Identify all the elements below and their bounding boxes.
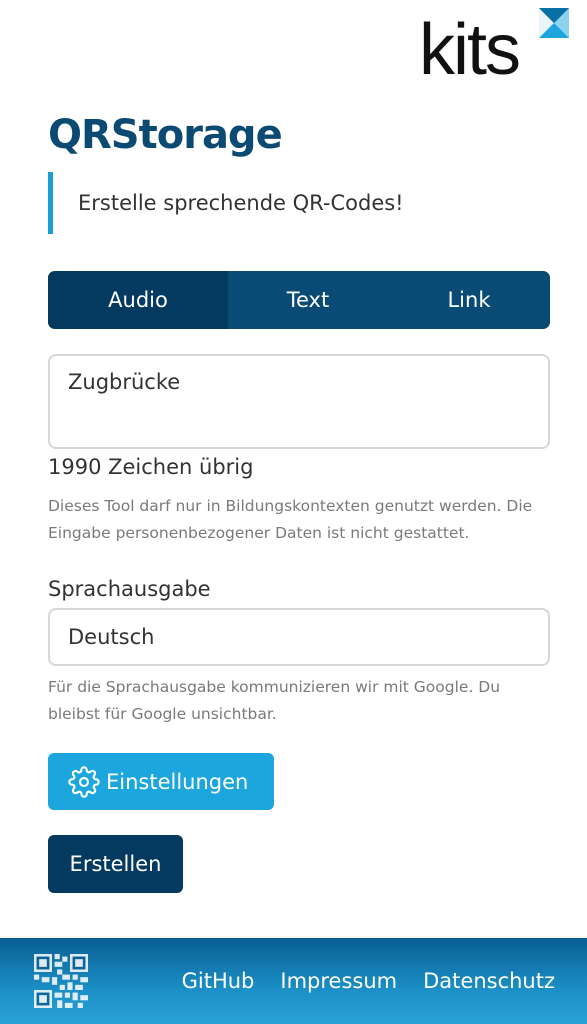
kits-logo-mark-icon — [539, 8, 569, 38]
voice-label: Sprachausgabe — [48, 577, 211, 601]
footer: GitHub Impressum Datenschutz — [0, 938, 587, 1024]
tagline: Erstelle sprechende QR-Codes! — [48, 172, 404, 234]
footer-links: GitHub Impressum Datenschutz — [182, 938, 555, 1024]
settings-button-label: Einstellungen — [106, 769, 249, 794]
mode-tabs: Audio Text Link — [48, 271, 550, 329]
kits-logo-text: kits — [419, 10, 521, 90]
tagline-text: Erstelle sprechende QR-Codes! — [78, 191, 404, 215]
footer-link-impressum[interactable]: Impressum — [280, 969, 397, 993]
gear-icon — [68, 765, 100, 798]
text-input[interactable]: Zugbrücke — [48, 354, 550, 449]
settings-button[interactable]: Einstellungen — [48, 753, 274, 810]
chars-remaining: 1990 Zeichen übrig — [48, 455, 254, 479]
footer-link-datenschutz[interactable]: Datenschutz — [423, 969, 555, 993]
google-hint: Für die Sprachausgabe kommunizieren wir … — [48, 678, 501, 723]
footer-link-github[interactable]: GitHub — [182, 969, 255, 993]
tab-text[interactable]: Text — [228, 271, 388, 329]
tab-audio[interactable]: Audio — [48, 271, 228, 329]
voice-select[interactable]: Deutsch — [48, 608, 550, 666]
tab-link[interactable]: Link — [388, 271, 550, 329]
create-button[interactable]: Erstellen — [48, 835, 183, 893]
voice-select-value: Deutsch — [68, 625, 155, 649]
privacy-hint: Dieses Tool darf nur in Bildungskontexte… — [48, 497, 533, 542]
qr-code-icon[interactable] — [34, 954, 88, 1008]
kits-logo[interactable]: kits — [419, 8, 569, 88]
page-title: QRStorage — [48, 112, 283, 158]
